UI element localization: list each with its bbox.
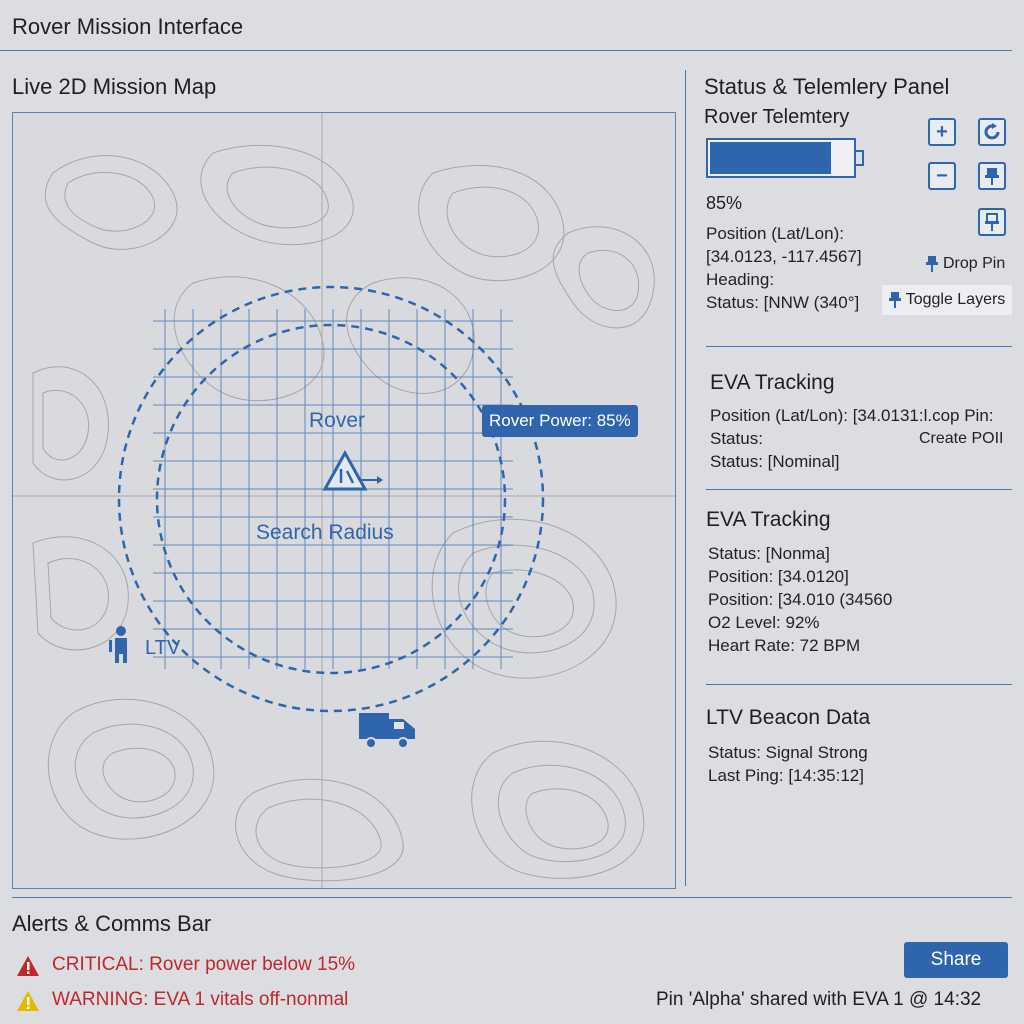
- drop-pin-icon: [926, 256, 938, 272]
- share-message: Pin 'Alpha' shared with EVA 1 @ 14:32: [656, 989, 982, 1010]
- map-title: Live 2D Mission Map: [12, 74, 217, 99]
- eva1-status-value: Status: [Nominal]: [710, 452, 840, 471]
- share-button[interactable]: Share: [904, 942, 1008, 978]
- eva2-line: Heart Rate: 72 BPM: [708, 636, 861, 655]
- pin-icon[interactable]: [978, 162, 1006, 190]
- drop-pin-button[interactable]: Drop Pin: [926, 255, 1005, 273]
- panel-divider: [685, 70, 686, 886]
- battery-percent: 85%: [706, 193, 743, 213]
- telemetry-title: Rover Telemtery: [704, 106, 850, 128]
- critical-alert: CRITICAL: Rover power below 15%: [52, 954, 356, 975]
- position-label: Position (Lat/Lon):: [706, 224, 844, 243]
- search-radius-outer: [117, 285, 545, 713]
- eva-tracking-title-1: EVA Tracking: [710, 371, 835, 394]
- alerts-divider: [12, 897, 1012, 898]
- alerts-title: Alerts & Comms Bar: [12, 911, 212, 936]
- eva1-position: Position (Lat/Lon): [34.0131:l.cop Pin:: [710, 406, 994, 425]
- zoom-out-button[interactable]: −: [928, 162, 956, 190]
- refresh-icon[interactable]: [978, 118, 1006, 146]
- zoom-in-button[interactable]: +: [928, 118, 956, 146]
- warning-alert: WARNING: EVA 1 vitals off-nonmal: [52, 989, 349, 1010]
- ltv-label: LTV: [145, 637, 181, 659]
- status-panel-title: Status & Telemlery Panel: [704, 74, 950, 99]
- rover-label: Rover: [309, 409, 366, 432]
- map-canvas: [13, 113, 675, 888]
- ltv-person-icon: [109, 626, 127, 663]
- terrain-contours: [32, 144, 655, 882]
- rover-power-tooltip: Rover Power: 85%: [482, 405, 638, 437]
- eva2-line: Status: [Nonma]: [708, 544, 830, 563]
- heading-label: Heading:: [706, 270, 775, 289]
- mission-map[interactable]: Rover Search Radius Rover Power: 85% LTV: [12, 112, 676, 889]
- panel-divider-3: [706, 684, 1012, 685]
- ltv-beacon-title: LTV Beacon Data: [706, 706, 871, 729]
- header-divider: [0, 50, 1012, 51]
- create-poi-link[interactable]: Create POII: [919, 427, 1003, 450]
- panel-divider-1: [706, 346, 1012, 347]
- eva2-line: O2 Level: 92%: [708, 613, 820, 632]
- toggle-layers-button[interactable]: Toggle Layers: [882, 285, 1012, 315]
- ltv-status: Status: Signal Strong: [708, 743, 868, 762]
- warning-icon: [17, 991, 39, 1011]
- toggle-layers-label: Toggle Layers: [905, 291, 1006, 308]
- status-line: Status: [NNW (340°]: [706, 293, 860, 312]
- rover-marker-icon: [322, 449, 383, 491]
- ltv-truck-icon: [359, 713, 415, 749]
- eva1-status-label: Status:: [710, 429, 763, 448]
- eva-tracking-title-2: EVA Tracking: [706, 508, 831, 531]
- battery-fill: [710, 142, 831, 174]
- app-title: Rover Mission Interface: [12, 14, 244, 39]
- critical-icon: [17, 956, 39, 976]
- eva2-line: Position: [34.010 (34560: [708, 590, 893, 609]
- position-value: [34.0123, -117.4567]: [706, 247, 862, 266]
- pin-outline-icon[interactable]: [978, 208, 1006, 236]
- toggle-layers-icon: [888, 292, 901, 308]
- battery-gauge: [706, 138, 856, 178]
- eva2-line: Position: [34.0120]: [708, 567, 849, 586]
- panel-divider-2: [706, 489, 1012, 490]
- drop-pin-label: Drop Pin: [943, 255, 1006, 272]
- battery-terminal: [856, 150, 864, 166]
- search-radius-label: Search Radius: [256, 521, 394, 544]
- ltv-last-ping: Last Ping: [14:35:12]: [708, 766, 864, 785]
